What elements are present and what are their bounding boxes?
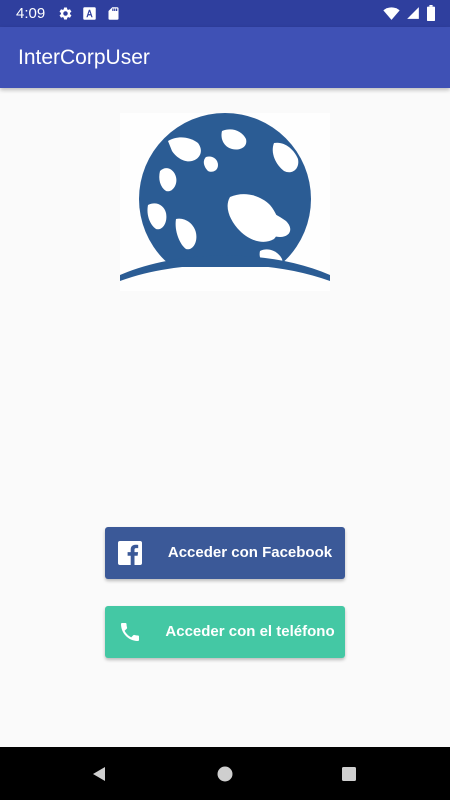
status-right-icons (383, 5, 436, 26)
app-title: InterCorpUser (18, 46, 150, 69)
cell-signal-icon (406, 6, 420, 25)
settings-gear-icon (58, 6, 73, 21)
globe-logo-icon (120, 113, 330, 291)
font-a-icon (82, 6, 97, 21)
status-time: 4:09 (16, 5, 46, 22)
facebook-button-label: Acceder con Facebook (167, 544, 333, 561)
facebook-login-button[interactable]: Acceder con Facebook (105, 527, 345, 579)
phone-button-label: Acceder con el teléfono (165, 623, 335, 640)
recents-icon[interactable] (337, 762, 361, 786)
home-icon[interactable] (213, 762, 237, 786)
back-icon[interactable] (87, 762, 111, 786)
wifi-icon (383, 6, 400, 26)
status-bar: 4:09 (0, 0, 450, 27)
facebook-icon (118, 541, 142, 565)
navigation-bar (0, 747, 450, 800)
app-bar: InterCorpUser (0, 27, 450, 88)
sd-card-icon (106, 6, 121, 21)
phone-icon (118, 620, 142, 644)
phone-login-button[interactable]: Acceder con el teléfono (105, 606, 345, 658)
status-left-icons (58, 6, 121, 21)
battery-icon (426, 5, 436, 26)
